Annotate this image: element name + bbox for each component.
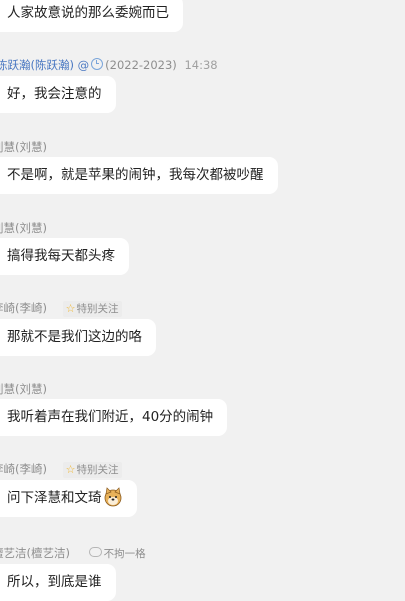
message-bubble[interactable]: 好，我会注意的: [0, 76, 116, 113]
message-time: 14:38: [184, 58, 218, 72]
star-icon: ☆: [65, 302, 76, 315]
clock-icon: [91, 58, 104, 70]
message-bubble[interactable]: 搞得我每天都头疼: [0, 238, 129, 275]
tag-label: 特别关注: [76, 303, 119, 315]
speech-bubble-icon: [88, 547, 102, 557]
message-meta: 李崎(李崎) ☆特别关注: [0, 300, 122, 317]
sender-name[interactable]: 檀艺洁(檀艺洁): [0, 546, 70, 560]
message-text: 问下泽慧和文琦: [7, 490, 102, 506]
message-bubble[interactable]: 人家故意说的那么委婉而已: [0, 0, 183, 32]
chat-message-list[interactable]: 人家故意说的那么委婉而已 陈跃瀚(陈跃瀚) @ (2022-2023) 14:38…: [0, 0, 405, 601]
tag-label: 特别关注: [76, 464, 119, 476]
message-meta: 刘慧(刘慧): [0, 139, 47, 155]
message-meta: 刘慧(刘慧): [0, 381, 47, 397]
sender-name[interactable]: 刘慧(刘慧): [0, 221, 47, 235]
message-meta: 刘慧(刘慧): [0, 220, 47, 236]
message-meta: 李崎(李崎) ☆特别关注: [0, 461, 122, 478]
sender-name[interactable]: 陈跃瀚(陈跃瀚): [0, 58, 74, 72]
message-bubble[interactable]: 不是啊，就是苹果的闹钟，我每次都被吵醒: [0, 157, 278, 194]
message-bubble[interactable]: 那就不是我们这边的咯: [0, 319, 156, 356]
message-bubble[interactable]: 我听着声在我们附近，40分的闹钟: [0, 399, 228, 436]
message-bubble[interactable]: 所以，到底是谁: [0, 564, 116, 601]
message-bubble[interactable]: 问下泽慧和文琦: [0, 480, 137, 517]
special-follow-tag: ☆特别关注: [62, 301, 122, 317]
doge-emoji-icon: [104, 487, 121, 507]
personal-tag: 不拘一格: [86, 546, 149, 562]
message-meta: 檀艺洁(檀艺洁) 不拘一格: [0, 545, 149, 561]
tag-label: 不拘一格: [103, 548, 146, 560]
sender-name[interactable]: 刘慧(刘慧): [0, 382, 47, 396]
sender-name[interactable]: 李崎(李崎): [0, 462, 47, 476]
special-follow-tag: ☆特别关注: [62, 462, 122, 478]
sender-name[interactable]: 刘慧(刘慧): [0, 140, 47, 154]
sender-term: (2022-2023): [105, 58, 177, 72]
message-meta: 陈跃瀚(陈跃瀚) @ (2022-2023) 14:38: [0, 57, 218, 73]
sender-name[interactable]: 李崎(李崎): [0, 301, 47, 315]
star-icon: ☆: [65, 463, 76, 476]
at-sign: @: [77, 58, 90, 72]
